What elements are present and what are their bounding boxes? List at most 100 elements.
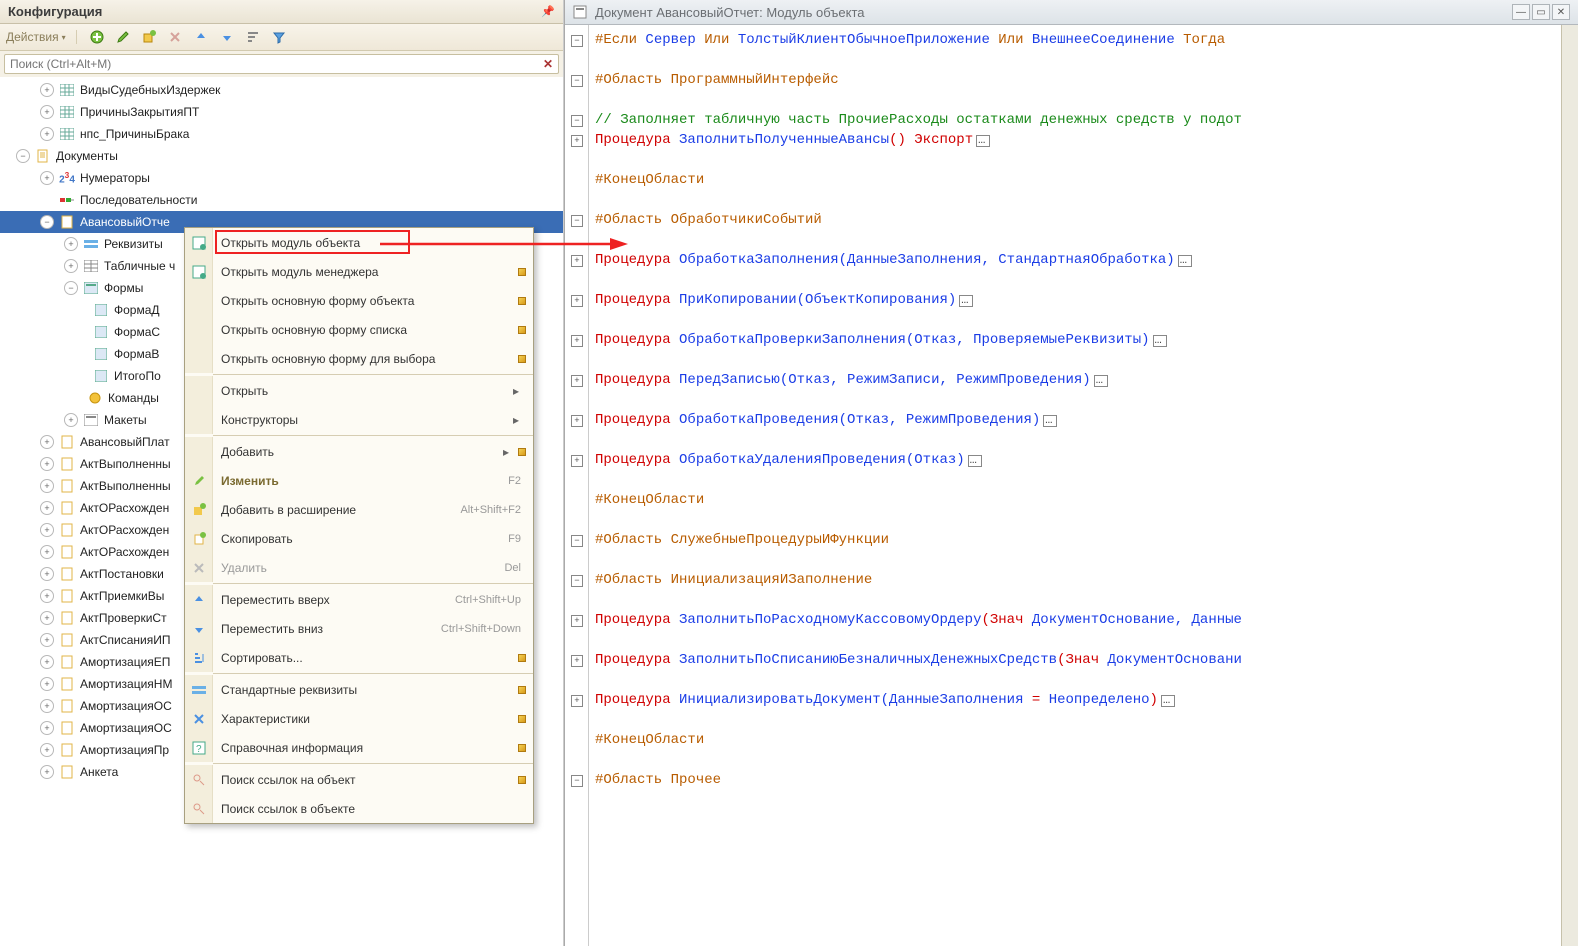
tree-item[interactable]: АмортизацияОС [80, 721, 172, 735]
tree-item[interactable]: АмортизацияНМ [80, 677, 172, 691]
ctx-move-down[interactable]: Переместить внизCtrl+Shift+Down [185, 614, 533, 643]
fold-box[interactable] [1153, 335, 1167, 347]
tree-item[interactable]: ФормаВ [114, 347, 159, 361]
minimize-button[interactable]: — [1512, 4, 1530, 20]
fold-toggle[interactable] [571, 255, 583, 267]
fold-box[interactable] [1094, 375, 1108, 387]
ctx-sort[interactable]: Сортировать... [185, 643, 533, 672]
tree-item[interactable]: Табличные ч [104, 259, 175, 273]
tabular-icon [82, 258, 100, 274]
search-input[interactable] [10, 57, 543, 71]
tree-item[interactable]: АктПриемкиВы [80, 589, 164, 603]
tree-item[interactable]: Последовательности [80, 193, 197, 207]
ctx-copy[interactable]: СкопироватьF9 [185, 524, 533, 553]
code-editor[interactable]: #Если Сервер Или ТолстыйКлиентОбычноеПри… [565, 25, 1561, 946]
ctx-open-submenu[interactable]: Открыть▸ [185, 376, 533, 405]
fold-box[interactable] [959, 295, 973, 307]
ctx-find-refs-to[interactable]: Поиск ссылок на объект [185, 765, 533, 794]
ctx-open-list-form[interactable]: Открыть основную форму списка [185, 315, 533, 344]
ctx-open-object-form[interactable]: Открыть основную форму объекта [185, 286, 533, 315]
fold-box[interactable] [976, 135, 990, 147]
tree-item[interactable]: АктСписанияИП [80, 633, 171, 647]
add-icon[interactable] [87, 27, 107, 47]
up-icon[interactable] [191, 27, 211, 47]
tree-item[interactable]: нпс_ПричиныБрака [80, 127, 189, 141]
tree-item[interactable]: АмортизацияПр [80, 743, 169, 757]
sort-icon [185, 643, 213, 672]
fold-toggle[interactable] [571, 335, 583, 347]
document-icon [58, 698, 76, 714]
tree-item[interactable]: Макеты [104, 413, 147, 427]
fold-toggle[interactable] [571, 615, 583, 627]
tree-item-selected[interactable]: АвансовыйОтче [80, 215, 170, 229]
editor-header: Документ АвансовыйОтчет: Модуль объекта … [565, 0, 1578, 25]
fold-toggle[interactable] [571, 115, 583, 127]
fold-toggle[interactable] [571, 415, 583, 427]
tree-item[interactable]: Анкета [80, 765, 118, 779]
ctx-help-info[interactable]: ?Справочная информация [185, 733, 533, 762]
fold-toggle[interactable] [571, 655, 583, 667]
tree-item[interactable]: Реквизиты [104, 237, 163, 251]
fold-toggle[interactable] [571, 535, 583, 547]
ctx-add-submenu[interactable]: Добавить▸ [185, 437, 533, 466]
tree-item[interactable]: АктПроверкиСт [80, 611, 167, 625]
tree-item[interactable]: АмортизацияОС [80, 699, 172, 713]
fold-toggle[interactable] [571, 35, 583, 47]
delete-icon[interactable] [165, 27, 185, 47]
tree-item[interactable]: АктВыполненны [80, 479, 171, 493]
tree-item[interactable]: ВидыСудебныхИздержек [80, 83, 220, 97]
ctx-move-up[interactable]: Переместить вверхCtrl+Shift+Up [185, 585, 533, 614]
ctx-characteristics[interactable]: Характеристики [185, 704, 533, 733]
clear-search-icon[interactable]: ✕ [543, 57, 553, 71]
fold-toggle[interactable] [571, 135, 583, 147]
filter-icon[interactable] [269, 27, 289, 47]
tree-item[interactable]: АктВыполненны [80, 457, 171, 471]
fold-toggle[interactable] [571, 75, 583, 87]
search-box[interactable]: ✕ [4, 54, 559, 74]
tree-item[interactable]: ПричиныЗакрытияПТ [80, 105, 199, 119]
actions-menu[interactable]: Действия▾ [6, 30, 77, 44]
fold-toggle[interactable] [571, 455, 583, 467]
tree-item[interactable]: Нумераторы [80, 171, 150, 185]
edit-icon[interactable] [113, 27, 133, 47]
ctx-std-attrs[interactable]: Стандартные реквизиты [185, 675, 533, 704]
fold-box[interactable] [1043, 415, 1057, 427]
fold-box[interactable] [1178, 255, 1192, 267]
ctx-add-to-extension[interactable]: Добавить в расширениеAlt+Shift+F2 [185, 495, 533, 524]
ctx-open-manager-module[interactable]: Открыть модуль менеджера [185, 257, 533, 286]
char-icon [185, 704, 213, 733]
vertical-scrollbar[interactable] [1561, 25, 1578, 946]
fold-toggle[interactable] [571, 695, 583, 707]
ctx-find-refs-in[interactable]: Поиск ссылок в объекте [185, 794, 533, 823]
tree-item[interactable]: ФормаС [114, 325, 160, 339]
tree-item[interactable]: АктОРасхожден [80, 545, 169, 559]
fold-box[interactable] [968, 455, 982, 467]
tree-item[interactable]: АктПостановки [80, 567, 164, 581]
fold-box[interactable] [1161, 695, 1175, 707]
tree-item[interactable]: АктОРасхожден [80, 523, 169, 537]
tree-item[interactable]: Команды [108, 391, 159, 405]
tree-item[interactable]: АвансовыйПлат [80, 435, 170, 449]
tree-item[interactable]: ИтогоПо [114, 369, 161, 383]
fold-toggle[interactable] [571, 775, 583, 787]
tree-item[interactable]: Документы [56, 149, 118, 163]
fold-toggle[interactable] [571, 295, 583, 307]
down-icon[interactable] [217, 27, 237, 47]
tree-item[interactable]: ФормаД [114, 303, 160, 317]
sort-icon[interactable] [243, 27, 263, 47]
add-ext-icon[interactable] [139, 27, 159, 47]
ctx-constructors-submenu[interactable]: Конструкторы▸ [185, 405, 533, 434]
fold-toggle[interactable] [571, 215, 583, 227]
fold-toggle[interactable] [571, 575, 583, 587]
ctx-open-object-module[interactable]: Открыть модуль объекта [185, 228, 533, 257]
pin-icon[interactable]: 📌 [541, 5, 555, 18]
close-button[interactable]: ✕ [1552, 4, 1570, 20]
fold-toggle[interactable] [571, 375, 583, 387]
ctx-edit[interactable]: ИзменитьF2 [185, 466, 533, 495]
tree-item[interactable]: АктОРасхожден [80, 501, 169, 515]
maximize-button[interactable]: ▭ [1532, 4, 1550, 20]
tree-item[interactable]: Формы [104, 281, 143, 295]
ctx-delete[interactable]: УдалитьDel [185, 553, 533, 582]
ctx-open-choice-form[interactable]: Открыть основную форму для выбора [185, 344, 533, 373]
tree-item[interactable]: АмортизацияЕП [80, 655, 170, 669]
